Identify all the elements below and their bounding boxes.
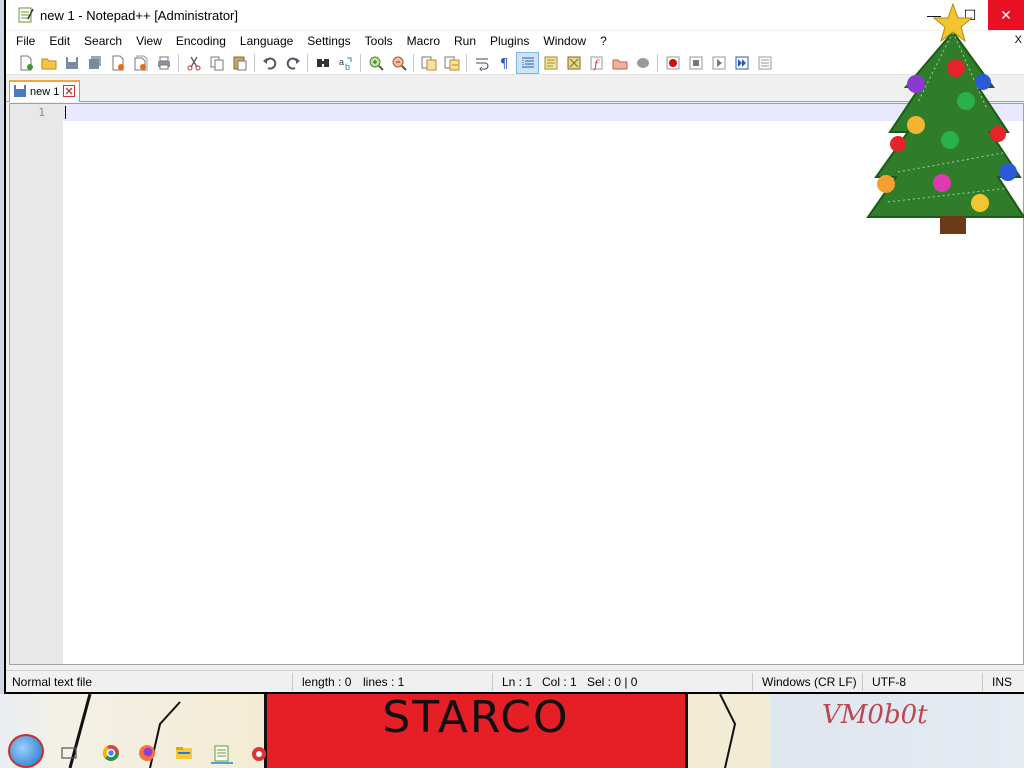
status-separator: [982, 673, 983, 691]
menu-macro[interactable]: Macro: [400, 34, 447, 48]
save-icon[interactable]: [60, 52, 83, 74]
save-macro-icon[interactable]: [753, 52, 776, 74]
word-wrap-icon[interactable]: [470, 52, 493, 74]
active-indicator: [211, 762, 233, 764]
svg-text:b: b: [345, 62, 350, 71]
tab-label: new 1: [30, 86, 60, 98]
file-explorer-icon[interactable]: [173, 742, 195, 764]
app-icon[interactable]: [248, 742, 270, 764]
save-all-icon[interactable]: [83, 52, 106, 74]
tab-close-icon[interactable]: [63, 84, 76, 100]
open-file-icon[interactable]: [37, 52, 60, 74]
notepadpp-app-icon: [18, 7, 34, 23]
sync-horizontal-icon[interactable]: [440, 52, 463, 74]
status-col: Col : 1: [542, 675, 577, 689]
menu-file[interactable]: File: [6, 34, 42, 48]
menu-search[interactable]: Search: [77, 34, 129, 48]
close-icon[interactable]: [106, 52, 129, 74]
menu-help[interactable]: ?: [593, 34, 614, 48]
menu-settings[interactable]: Settings: [300, 34, 357, 48]
chrome-icon[interactable]: [100, 742, 122, 764]
function-list-icon[interactable]: f: [585, 52, 608, 74]
undo-icon[interactable]: [258, 52, 281, 74]
status-eol[interactable]: Windows (CR LF): [762, 675, 857, 689]
playback-macro-icon[interactable]: [707, 52, 730, 74]
redo-icon[interactable]: [281, 52, 304, 74]
run-macro-multiple-icon[interactable]: [730, 52, 753, 74]
status-separator: [292, 673, 293, 691]
new-file-icon[interactable]: [14, 52, 37, 74]
monitoring-icon[interactable]: [631, 52, 654, 74]
find-icon[interactable]: [311, 52, 334, 74]
cut-icon[interactable]: [182, 52, 205, 74]
menu-view[interactable]: View: [129, 34, 169, 48]
indent-guide-icon[interactable]: [516, 51, 539, 74]
status-separator: [492, 673, 493, 691]
status-file-type: Normal text file: [12, 675, 93, 689]
status-ln: Ln : 1: [502, 675, 533, 689]
menu-language[interactable]: Language: [233, 34, 300, 48]
stop-recording-icon[interactable]: [684, 52, 707, 74]
text-caret: [65, 106, 66, 119]
svg-text:¶: ¶: [500, 57, 508, 71]
save-icon: [14, 84, 26, 100]
status-bar: Normal text file length : 0 lines : 1 Ln…: [6, 670, 1024, 692]
toolbar-separator: [360, 53, 361, 72]
show-all-characters-icon[interactable]: ¶: [493, 52, 516, 74]
window-title: new 1 - Notepad++ [Administrator]: [40, 7, 238, 23]
line-number: 1: [38, 106, 45, 119]
svg-text:a: a: [339, 57, 344, 67]
copy-icon[interactable]: [205, 52, 228, 74]
menu-edit[interactable]: Edit: [42, 34, 77, 48]
menu-encoding[interactable]: Encoding: [169, 34, 233, 48]
status-separator: [862, 673, 863, 691]
taskbar: [0, 728, 1024, 768]
document-map-icon[interactable]: [562, 52, 585, 74]
line-number-gutter: 1: [10, 104, 63, 664]
status-lines: lines : 1: [363, 675, 405, 689]
toolbar-separator: [657, 53, 658, 72]
user-defined-language-icon[interactable]: [539, 52, 562, 74]
wallpaper-signature: VM0b0t: [822, 700, 928, 730]
record-macro-icon[interactable]: [661, 52, 684, 74]
menu-tools[interactable]: Tools: [358, 34, 400, 48]
paste-icon[interactable]: [228, 52, 251, 74]
toolbar-separator: [413, 53, 414, 72]
menu-plugins[interactable]: Plugins: [483, 34, 536, 48]
tab-new-1[interactable]: new 1: [9, 80, 81, 102]
toolbar-separator: [254, 53, 255, 72]
toolbar-separator: [178, 53, 179, 72]
status-length: length : 0: [302, 675, 352, 689]
menu-window[interactable]: Window: [536, 34, 593, 48]
toolbar-separator: [466, 53, 467, 72]
notepadpp-icon[interactable]: [211, 742, 233, 764]
status-separator: [752, 673, 753, 691]
task-view-icon[interactable]: [58, 742, 80, 764]
christmas-tree-decoration: [866, 2, 1024, 234]
zoom-out-icon[interactable]: [387, 52, 410, 74]
status-sel: Sel : 0 | 0: [587, 675, 638, 689]
folder-as-workspace-icon[interactable]: [608, 52, 631, 74]
toolbar-separator: [307, 53, 308, 72]
sync-vertical-icon[interactable]: [417, 52, 440, 74]
start-icon[interactable]: [8, 734, 44, 768]
print-icon[interactable]: [152, 52, 175, 74]
firefox-icon[interactable]: [136, 742, 158, 764]
close-all-icon[interactable]: [129, 52, 152, 74]
menu-run[interactable]: Run: [447, 34, 483, 48]
status-insert-mode: INS: [992, 675, 1013, 689]
zoom-in-icon[interactable]: [364, 52, 387, 74]
status-encoding: UTF-8: [872, 675, 906, 689]
replace-icon[interactable]: ab: [334, 52, 357, 74]
